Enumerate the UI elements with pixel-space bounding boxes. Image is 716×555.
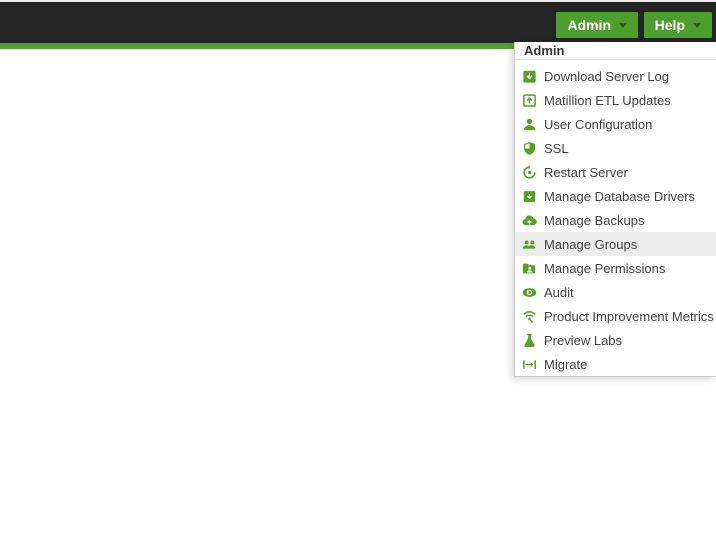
menu-item-download-server-log[interactable]: Download Server Log bbox=[515, 64, 716, 88]
menu-item-manage-permissions[interactable]: Manage Permissions bbox=[515, 256, 716, 280]
manage-backups-icon bbox=[521, 212, 537, 228]
menu-item-manage-groups[interactable]: Manage Groups bbox=[515, 232, 716, 256]
menu-item-migrate[interactable]: Migrate bbox=[515, 352, 716, 376]
migrate-icon bbox=[521, 356, 537, 372]
app-window: Admin Help Admin Download Server Log Mat… bbox=[0, 0, 716, 555]
admin-dropdown-menu: Admin Download Server Log Matillion ETL … bbox=[514, 42, 716, 377]
menu-item-label: Manage Database Drivers bbox=[544, 188, 696, 204]
menu-item-matillion-etl-updates[interactable]: Matillion ETL Updates bbox=[515, 88, 716, 112]
menu-item-label: User Configuration bbox=[544, 116, 653, 132]
menu-item-restart-server[interactable]: Restart Server bbox=[515, 160, 716, 184]
menu-item-user-configuration[interactable]: User Configuration bbox=[515, 112, 716, 136]
product-improvement-metrics-icon bbox=[521, 308, 537, 324]
menu-item-manage-backups[interactable]: Manage Backups bbox=[515, 208, 716, 232]
manage-database-drivers-icon bbox=[521, 188, 537, 204]
menu-item-manage-database-drivers[interactable]: Manage Database Drivers bbox=[515, 184, 716, 208]
menu-item-label: Audit bbox=[544, 284, 574, 300]
menu-item-label: Product Improvement Metrics bbox=[544, 308, 714, 324]
menu-item-label: Preview Labs bbox=[544, 332, 623, 348]
help-menu-button[interactable]: Help bbox=[643, 12, 712, 38]
preview-labs-icon bbox=[521, 332, 537, 348]
topbar: Admin Help bbox=[0, 2, 716, 43]
menu-item-product-improvement-metrics[interactable]: Product Improvement Metrics bbox=[515, 304, 716, 328]
user-configuration-icon bbox=[521, 116, 537, 132]
audit-icon bbox=[521, 284, 537, 300]
menu-item-label: Matillion ETL Updates bbox=[544, 92, 671, 108]
chevron-down-icon bbox=[619, 22, 627, 28]
menu-item-label: Restart Server bbox=[544, 164, 628, 180]
menu-item-label: Migrate bbox=[544, 356, 588, 372]
admin-menu-button[interactable]: Admin bbox=[556, 12, 638, 38]
menu-item-label: Manage Groups bbox=[544, 236, 638, 252]
menu-item-label: SSL bbox=[544, 140, 569, 156]
menu-item-label: Manage Permissions bbox=[544, 260, 666, 276]
menu-item-label: Manage Backups bbox=[544, 212, 645, 228]
help-menu-button-label: Help bbox=[654, 17, 685, 33]
menu-item-preview-labs[interactable]: Preview Labs bbox=[515, 328, 716, 352]
ssl-icon bbox=[521, 140, 537, 156]
chevron-down-icon bbox=[693, 22, 701, 28]
menu-item-label: Download Server Log bbox=[544, 68, 670, 84]
download-server-log-icon bbox=[521, 68, 537, 84]
dropdown-item-list: Download Server Log Matillion ETL Update… bbox=[515, 60, 716, 376]
matillion-etl-updates-icon bbox=[521, 92, 537, 108]
restart-server-icon bbox=[521, 164, 537, 180]
manage-groups-icon bbox=[521, 236, 537, 252]
dropdown-header: Admin bbox=[515, 42, 716, 60]
manage-permissions-icon bbox=[521, 260, 537, 276]
menu-item-audit[interactable]: Audit bbox=[515, 280, 716, 304]
admin-menu-button-label: Admin bbox=[567, 17, 611, 33]
menu-item-ssl[interactable]: SSL bbox=[515, 136, 716, 160]
